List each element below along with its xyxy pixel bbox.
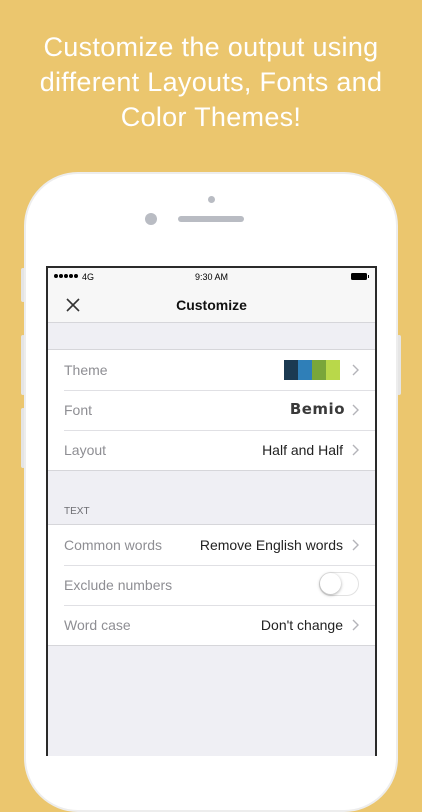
appearance-settings-group: Theme Font Bemio Layout Half and Half xyxy=(48,349,375,471)
page-title: Customize xyxy=(176,297,247,313)
theme-swatch xyxy=(284,360,298,380)
chevron-right-icon xyxy=(352,364,359,376)
theme-row[interactable]: Theme xyxy=(48,350,375,390)
phone-camera xyxy=(145,213,157,225)
headline-line-1: Customize the output using xyxy=(43,32,379,62)
phone-speaker xyxy=(178,216,244,222)
chevron-right-icon xyxy=(352,444,359,456)
promo-headline: Customize the output using different Lay… xyxy=(0,30,422,135)
theme-swatch xyxy=(298,360,312,380)
headline-line-2: different Layouts, Fonts and xyxy=(39,67,383,97)
layout-label: Layout xyxy=(64,442,107,458)
theme-swatch xyxy=(312,360,326,380)
phone-screen: 4G 9:30 AM Customize Theme Font Bemio La… xyxy=(46,266,377,756)
exclude-numbers-row: Exclude numbers xyxy=(48,565,375,605)
common-words-label: Common words xyxy=(64,537,163,553)
exclude-numbers-label: Exclude numbers xyxy=(64,577,173,593)
layout-value: Half and Half xyxy=(262,442,343,458)
chevron-right-icon xyxy=(352,404,359,416)
headline-line-3: Color Themes! xyxy=(120,102,302,132)
common-words-row[interactable]: Common words Remove English words xyxy=(48,525,375,565)
theme-label: Theme xyxy=(64,362,108,378)
common-words-value: Remove English words xyxy=(199,537,343,553)
text-section-header: TEXT xyxy=(64,506,90,517)
font-value: Bemio xyxy=(289,400,345,418)
toggle-knob xyxy=(320,573,341,594)
font-row[interactable]: Font Bemio xyxy=(48,390,375,430)
font-label: Font xyxy=(64,402,93,418)
chevron-right-icon xyxy=(352,619,359,631)
text-settings-group: Common words Remove English words Exclud… xyxy=(48,524,375,646)
word-case-value: Don't change xyxy=(260,617,343,633)
theme-color-swatches xyxy=(284,360,340,380)
phone-sensor xyxy=(208,196,215,203)
theme-swatch xyxy=(326,360,340,380)
status-time: 9:30 AM xyxy=(194,272,229,282)
word-case-row[interactable]: Word case Don't change xyxy=(48,605,375,645)
chevron-right-icon xyxy=(352,539,359,551)
battery-icon xyxy=(351,273,369,280)
word-case-label: Word case xyxy=(64,617,131,633)
layout-row[interactable]: Layout Half and Half xyxy=(48,430,375,470)
status-bar: 4G 9:30 AM xyxy=(48,268,375,288)
exclude-numbers-toggle[interactable] xyxy=(319,572,359,596)
navigation-bar: Customize xyxy=(48,288,375,323)
